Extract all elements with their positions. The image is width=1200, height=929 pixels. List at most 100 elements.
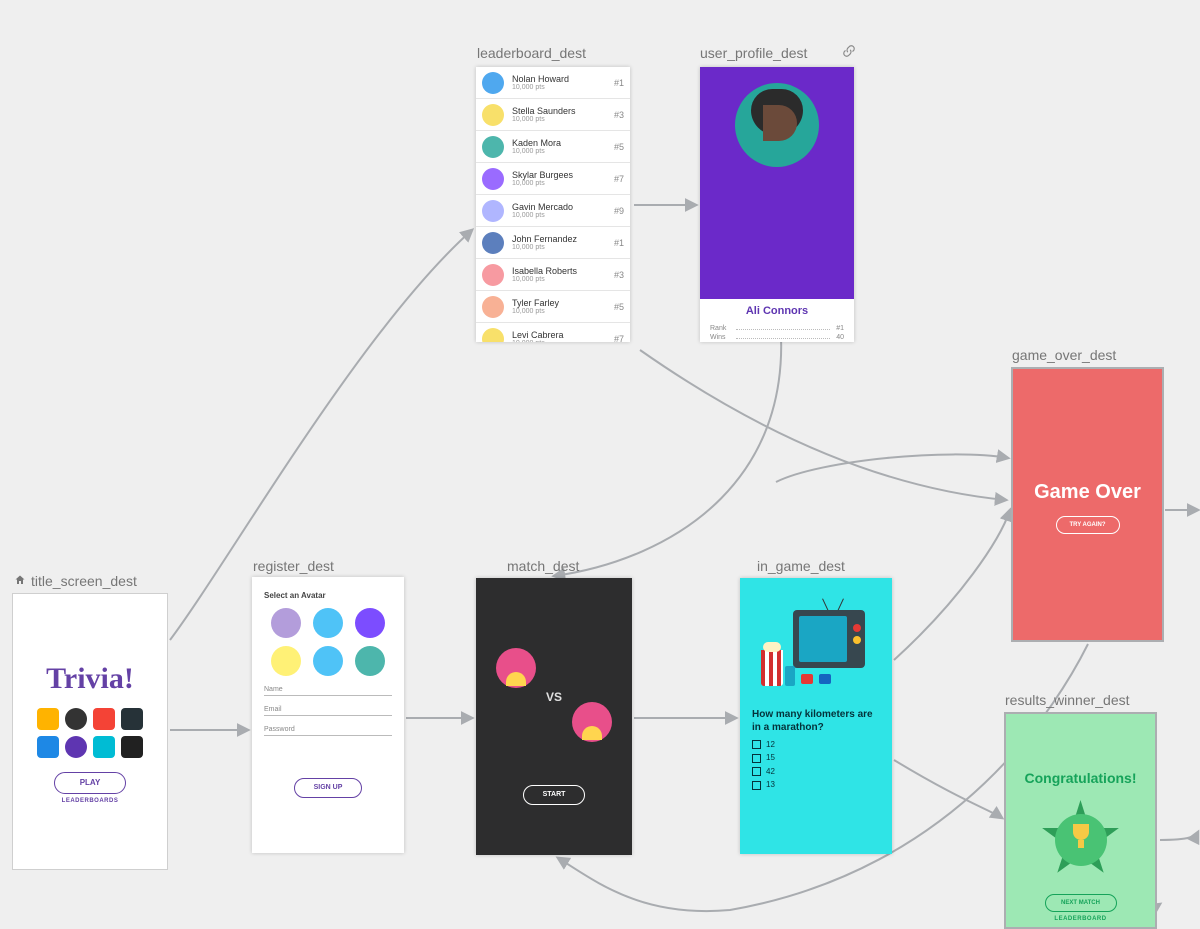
profile-name: Ali Connors: [700, 299, 854, 323]
player-rank: #5: [614, 142, 624, 152]
avatar-icon: [482, 168, 504, 190]
dest-label-match: match_dest: [507, 558, 579, 574]
player-name: Tyler Farley: [512, 298, 614, 308]
player-name: Skylar Burgees: [512, 170, 614, 180]
answer-option[interactable]: 12: [752, 740, 880, 749]
home-icon: [13, 574, 27, 586]
screen-register[interactable]: Select an Avatar Name Email Password SIG…: [252, 577, 404, 853]
screen-results-winner[interactable]: Congratulations! NEXT MATCH LEADERBOARD: [1004, 712, 1157, 929]
password-field[interactable]: Password: [264, 726, 392, 736]
player-name: John Fernandez: [512, 234, 614, 244]
player-rank: #1: [614, 78, 624, 88]
avatar-icon: [482, 104, 504, 126]
leaderboard-row[interactable]: Nolan Howard10,000 pts#1: [476, 67, 630, 99]
leaderboards-link[interactable]: LEADERBOARDS: [13, 798, 167, 804]
try-again-button[interactable]: TRY AGAIN?: [1056, 516, 1120, 534]
avatar-icon: [482, 264, 504, 286]
vs-label: VS: [476, 690, 632, 704]
leaderboard-row[interactable]: Stella Saunders10,000 pts#3: [476, 99, 630, 131]
player-name: Stella Saunders: [512, 106, 614, 116]
player-name: Levi Cabrera: [512, 330, 614, 340]
leaderboard-row[interactable]: Gavin Mercado10,000 pts#9: [476, 195, 630, 227]
avatar-option[interactable]: [313, 608, 343, 638]
leaderboard-row[interactable]: Levi Cabrera10,000 pts#7: [476, 323, 630, 342]
avatar-option[interactable]: [355, 608, 385, 638]
avatar-icon: [482, 72, 504, 94]
leaderboard-row[interactable]: Tyler Farley10,000 pts#5: [476, 291, 630, 323]
leaderboard-row[interactable]: John Fernandez10,000 pts#1: [476, 227, 630, 259]
player-rank: #9: [614, 206, 624, 216]
player-points: 10,000 pts: [512, 340, 614, 342]
dest-label-results-winner: results_winner_dest: [1005, 692, 1130, 708]
profile-stat: Wins40: [710, 334, 844, 341]
play-button[interactable]: PLAY: [54, 772, 126, 794]
profile-stat: Rank#1: [710, 325, 844, 332]
dest-label-register: register_dest: [253, 558, 334, 574]
avatar-icon: [482, 328, 504, 343]
avatar-icon: [482, 296, 504, 318]
question-illustration: [761, 604, 871, 690]
leaderboard-row[interactable]: Isabella Roberts10,000 pts#3: [476, 259, 630, 291]
checkbox-icon: [752, 781, 761, 790]
player-name: Isabella Roberts: [512, 266, 614, 276]
player-points: 10,000 pts: [512, 148, 614, 155]
avatar-icon: [482, 200, 504, 222]
player-points: 10,000 pts: [512, 84, 614, 91]
checkbox-icon: [752, 740, 761, 749]
player-rank: #3: [614, 270, 624, 280]
start-button[interactable]: START: [523, 785, 585, 805]
player-name: Gavin Mercado: [512, 202, 614, 212]
signup-button[interactable]: SIGN UP: [294, 778, 362, 798]
leaderboard-row[interactable]: Kaden Mora10,000 pts#5: [476, 131, 630, 163]
dest-label-title-screen: title_screen_dest: [13, 573, 137, 589]
player-points: 10,000 pts: [512, 180, 614, 187]
navigation-graph-canvas[interactable]: title_screen_dest register_dest leaderbo…: [0, 0, 1200, 929]
question-text: How many kilometers are in a marathon?: [752, 708, 880, 734]
dest-label-game-over: game_over_dest: [1012, 347, 1116, 363]
screen-leaderboard[interactable]: Nolan Howard10,000 pts#1Stella Saunders1…: [476, 67, 630, 342]
player-rank: #7: [614, 174, 624, 184]
name-field[interactable]: Name: [264, 686, 392, 696]
avatar-option[interactable]: [313, 646, 343, 676]
answer-option[interactable]: 13: [752, 780, 880, 789]
player-rank: #3: [614, 110, 624, 120]
player-points: 10,000 pts: [512, 116, 614, 123]
avatar-option[interactable]: [271, 608, 301, 638]
dest-label-in-game: in_game_dest: [757, 558, 845, 574]
email-field[interactable]: Email: [264, 706, 392, 716]
screen-title[interactable]: Trivia! PLAY LEADERBOARDS: [12, 593, 168, 870]
category-icons: [30, 708, 150, 758]
player-points: 10,000 pts: [512, 308, 614, 315]
game-over-title: Game Over: [1013, 481, 1162, 504]
screen-game-over[interactable]: Game Over TRY AGAIN?: [1011, 367, 1164, 642]
answer-option[interactable]: 42: [752, 767, 880, 776]
leaderboard-row[interactable]: Skylar Burgees10,000 pts#7: [476, 163, 630, 195]
player-points: 10,000 pts: [512, 244, 614, 251]
screen-user-profile[interactable]: Ali Connors Rank#1 Wins40: [700, 67, 854, 342]
player-name: Kaden Mora: [512, 138, 614, 148]
avatar-icon: [482, 136, 504, 158]
profile-avatar: [735, 83, 819, 167]
select-avatar-label: Select an Avatar: [264, 591, 404, 600]
next-match-button[interactable]: NEXT MATCH: [1045, 894, 1117, 912]
congrats-title: Congratulations!: [1006, 770, 1155, 786]
player-rank: #7: [614, 334, 624, 343]
player-name: Nolan Howard: [512, 74, 614, 84]
screen-match[interactable]: VS START: [476, 578, 632, 855]
opponent-avatar: [572, 702, 612, 742]
answer-option[interactable]: 15: [752, 753, 880, 762]
player-avatar: [496, 648, 536, 688]
answer-options: 12 15 42 13: [752, 740, 880, 790]
player-rank: #5: [614, 302, 624, 312]
leaderboard-link[interactable]: LEADERBOARD: [1006, 916, 1155, 922]
profile-header: [700, 67, 854, 299]
app-title: Trivia!: [13, 664, 167, 694]
avatar-option[interactable]: [271, 646, 301, 676]
screen-in-game[interactable]: How many kilometers are in a marathon? 1…: [740, 578, 892, 854]
player-points: 10,000 pts: [512, 212, 614, 219]
avatar-option[interactable]: [355, 646, 385, 676]
trophy-badge: [1041, 800, 1121, 880]
avatar-icon: [482, 232, 504, 254]
dest-label-user-profile: user_profile_dest: [700, 45, 807, 61]
checkbox-icon: [752, 767, 761, 776]
